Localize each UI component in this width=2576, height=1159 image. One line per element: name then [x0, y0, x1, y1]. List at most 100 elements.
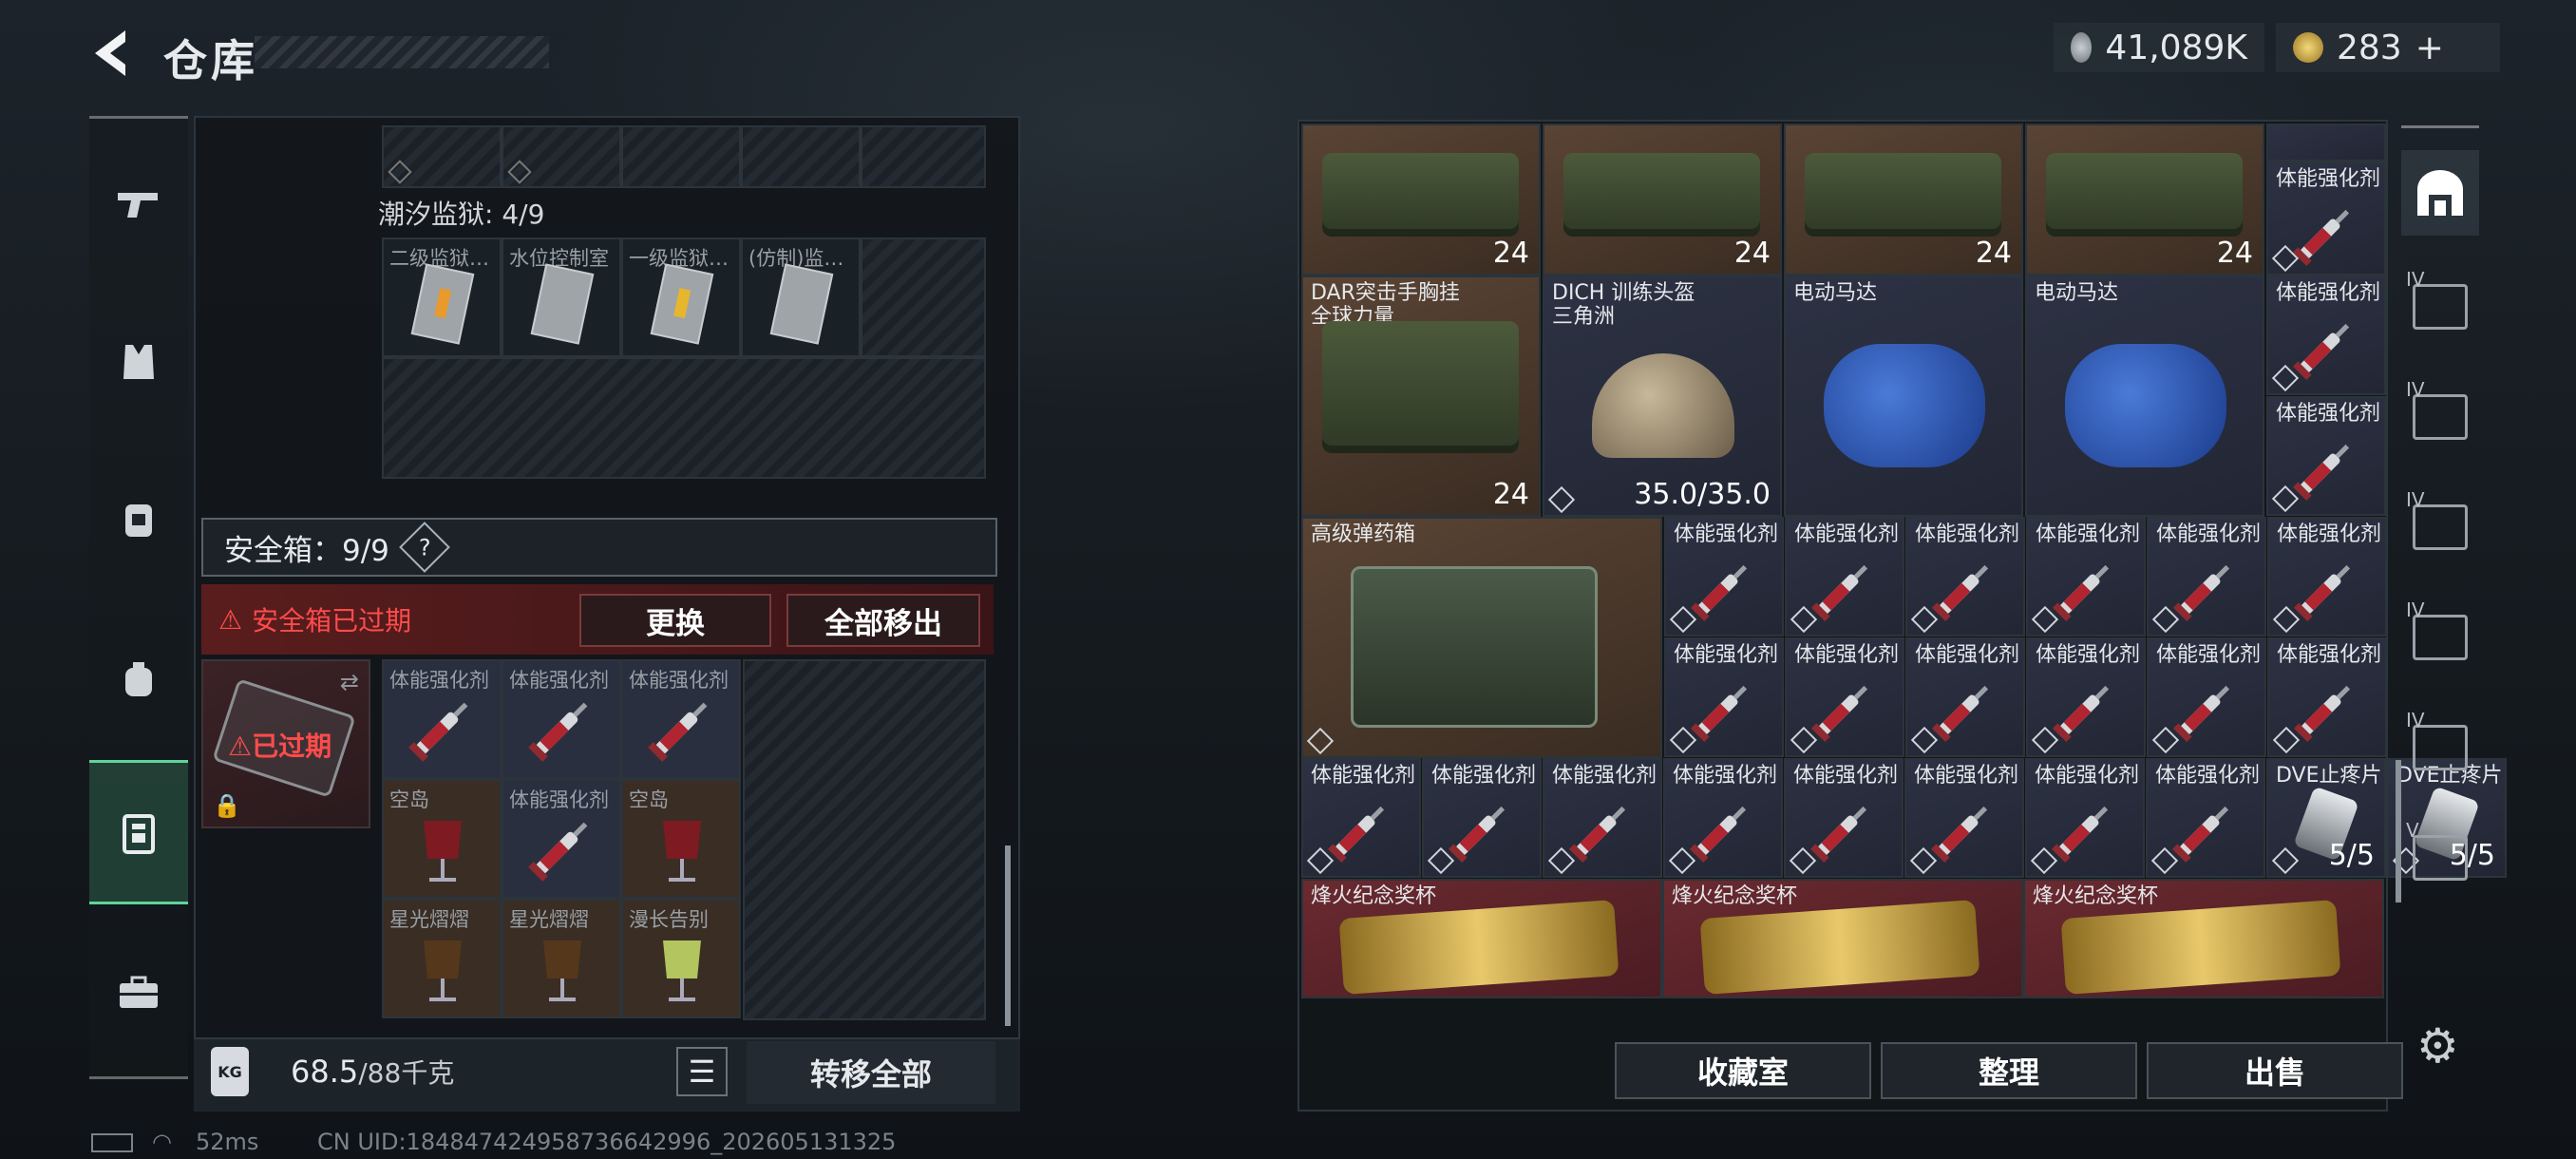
syringe-icon — [2171, 806, 2229, 864]
secure-item-slot[interactable]: 空岛 — [382, 779, 502, 899]
backpack-item[interactable]: 24 — [2025, 124, 2264, 276]
syringe-item[interactable]: 体能强化剂 — [2267, 517, 2387, 636]
move-all-out-button[interactable]: 全部移出 — [786, 594, 980, 647]
secure-case-tab[interactable] — [89, 760, 188, 904]
backpack-item[interactable]: 24 — [1543, 124, 1782, 276]
storage-tab-3[interactable]: IV — [2401, 484, 2479, 570]
secure-item-slot[interactable]: 空岛 — [621, 779, 741, 899]
secure-case-slot[interactable]: ⚠已过期 🔒 ⇄ — [201, 659, 370, 828]
secure-item-slot[interactable]: 漫长告别 — [621, 899, 741, 1018]
storage-tab-5[interactable]: IV — [2401, 705, 2479, 790]
grid-slot[interactable] — [621, 125, 741, 188]
syringe-item[interactable]: 体能强化剂 — [2026, 637, 2146, 757]
secure-item-slot[interactable]: 体能强化剂 — [382, 659, 502, 779]
syringe-item[interactable]: 体能强化剂 — [2267, 637, 2387, 757]
sell-button[interactable]: 出售 — [2147, 1042, 2403, 1099]
syringe-item[interactable]: 体能强化剂 — [1543, 758, 1662, 878]
chest-rig-item[interactable]: DAR突击手胸挂 全球力量 24 — [1301, 276, 1541, 517]
weapon-tab[interactable] — [89, 152, 188, 256]
secure-item-slot[interactable]: 体能强化剂 — [621, 659, 741, 779]
syringe-icon — [1810, 564, 1868, 622]
secure-item-slot[interactable]: 星光熠熠 — [502, 899, 621, 1018]
syringe-icon — [648, 702, 708, 762]
pouch-tab[interactable] — [89, 627, 188, 732]
syringe-item[interactable]: 体能强化剂 — [2147, 637, 2266, 757]
syringe-icon — [1931, 685, 1989, 743]
syringe-item[interactable]: 体能强化剂 — [2266, 396, 2386, 516]
syringe-item[interactable]: 体能强化剂 — [2026, 517, 2146, 636]
key-card-slot[interactable]: 一级监狱… — [621, 238, 741, 357]
syringe-item[interactable]: 体能强化剂 — [2025, 758, 2145, 878]
syringe-item[interactable]: 体能强化剂 — [1664, 517, 1784, 636]
syringe-item[interactable]: 体能强化剂 — [2146, 758, 2265, 878]
grid-slot[interactable] — [741, 125, 861, 188]
collection-room-button[interactable]: 收藏室 — [1615, 1042, 1871, 1099]
syringe-item[interactable]: 体能强化剂 — [1904, 758, 2024, 878]
trophy-item[interactable]: 烽火纪念奖杯 — [1301, 879, 1662, 998]
syringe-item[interactable]: 体能强化剂 — [1663, 758, 1783, 878]
syringe-item[interactable]: 体能强化剂 — [1301, 758, 1421, 878]
storage-tab-2[interactable]: IV — [2401, 374, 2479, 460]
grid-slot[interactable] — [861, 125, 986, 188]
currency-coins[interactable]: 41,089K — [2054, 23, 2264, 72]
scrollbar[interactable] — [1005, 846, 1011, 1026]
storage-tab-6[interactable]: V — [2401, 815, 2479, 901]
replace-button[interactable]: 更换 — [579, 594, 771, 647]
motor-item[interactable]: 电动马达 — [2025, 276, 2264, 517]
trophy-item[interactable]: 烽火纪念奖杯 — [1662, 879, 2023, 998]
syringe-icon — [2052, 564, 2110, 622]
grid-slot[interactable] — [502, 125, 621, 188]
armor-tab[interactable] — [89, 310, 188, 414]
syringe-item[interactable]: 体能强化剂 — [1664, 637, 1784, 757]
item-name: 体能强化剂 — [2276, 402, 2381, 426]
item-name: 体能强化剂 — [2276, 167, 2381, 191]
syringe-item[interactable]: 体能强化剂 — [2147, 517, 2266, 636]
syringe-item[interactable]: 体能强化剂 — [1905, 637, 2025, 757]
syringe-item[interactable]: 体能强化剂 — [1785, 637, 1904, 757]
syringe-item[interactable]: 体能强化剂 — [1785, 517, 1904, 636]
syringe-icon — [2292, 209, 2350, 267]
storage-tab-1[interactable]: IV — [2401, 264, 2479, 350]
grid-slot[interactable] — [861, 238, 986, 357]
syringe-item[interactable] — [2266, 124, 2386, 162]
sort-button[interactable]: 整理 — [1881, 1042, 2137, 1099]
syringe-item[interactable]: 体能强化剂 — [1905, 517, 2025, 636]
trophy-item[interactable]: 烽火纪念奖杯 — [2023, 879, 2384, 998]
swap-icon[interactable]: ⇄ — [340, 669, 359, 695]
syringe-item[interactable]: 体能强化剂 — [2266, 162, 2386, 276]
transfer-all-button[interactable]: 转移全部 — [747, 1041, 995, 1104]
currency-tokens[interactable]: 283 + — [2276, 23, 2500, 72]
help-button[interactable]: ? — [399, 522, 450, 573]
add-token-button[interactable]: + — [2415, 28, 2444, 67]
item-name: 体能强化剂 — [1552, 764, 1657, 788]
syringe-item[interactable]: 体能强化剂 — [1422, 758, 1542, 878]
painkiller-item[interactable]: DVE止疼片 5/5 — [2266, 758, 2386, 878]
ammo-box-item[interactable]: 高级弹药箱 — [1301, 517, 1662, 758]
backpack-tab[interactable] — [89, 466, 188, 570]
helmet-item[interactable]: DICH 训练头盔 三角洲 35.0/35.0 — [1543, 276, 1782, 517]
syringe-item[interactable]: 体能强化剂 — [2266, 276, 2386, 395]
key-card-slot[interactable]: 二级监狱… — [382, 238, 502, 357]
toolbox-tab[interactable] — [89, 940, 188, 1045]
storage-main-tab[interactable] — [2401, 150, 2479, 236]
grid-slot[interactable] — [382, 125, 502, 188]
list-view-icon[interactable]: ☰ — [676, 1047, 728, 1096]
tab-tier-label: IV — [2406, 598, 2425, 621]
motor-item[interactable]: 电动马达 — [1784, 276, 2023, 517]
key-card-slot[interactable]: (仿制)监… — [741, 238, 861, 357]
storage-tab-4[interactable]: IV — [2401, 595, 2479, 680]
secure-item-slot[interactable]: 体能强化剂 — [502, 779, 621, 899]
key-card-slot[interactable]: 水位控制室 — [502, 238, 621, 357]
item-name: 电动马达 — [1793, 281, 1878, 305]
syringe-icon — [2051, 806, 2109, 864]
empty-key-slots[interactable] — [382, 357, 986, 479]
settings-gear-icon[interactable]: ⚙ — [2416, 1018, 2459, 1074]
secure-item-slot[interactable]: 体能强化剂 — [502, 659, 621, 779]
syringe-item[interactable]: 体能强化剂 — [1784, 758, 1904, 878]
bag-image — [1322, 152, 1519, 237]
secure-item-slot[interactable]: 星光熠熠 — [382, 899, 502, 1018]
backpack-item[interactable]: 24 — [1784, 124, 2023, 276]
item-name: 体能强化剂 — [2277, 522, 2382, 546]
backpack-item[interactable]: 24 — [1301, 124, 1541, 276]
back-arrow-icon[interactable] — [87, 25, 135, 82]
